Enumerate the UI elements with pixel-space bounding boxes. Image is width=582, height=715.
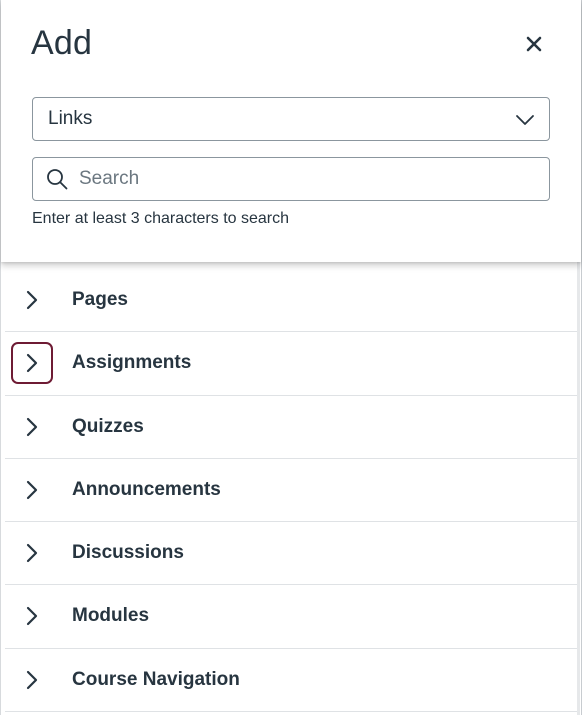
expand-announcements-button[interactable] [11,469,53,511]
close-icon [526,36,542,52]
group-announcements[interactable]: Announcements [5,459,579,523]
expand-quizzes-button[interactable] [11,406,53,448]
link-groups-list: Pages Assignments Quizzes Announcements … [5,269,579,713]
chevron-right-icon [26,544,38,563]
group-label: Pages [72,289,128,310]
chevron-right-icon [26,354,38,373]
chevron-down-icon [516,115,534,125]
close-button[interactable] [519,30,549,58]
chevron-right-icon [26,670,38,689]
chevron-right-icon [26,417,38,436]
search-input[interactable] [79,168,519,190]
expand-discussions-button[interactable] [11,532,53,574]
group-pages[interactable]: Pages [5,269,579,333]
group-modules[interactable]: Modules [5,585,579,649]
expand-pages-button[interactable] [11,279,53,321]
chevron-right-icon [26,290,38,310]
expand-course-navigation-button[interactable] [11,659,53,701]
search-hint: Enter at least 3 characters to search [32,210,290,227]
search-icon [47,169,68,190]
group-quizzes[interactable]: Quizzes [5,396,579,459]
group-label: Discussions [72,542,184,564]
group-label: Quizzes [72,415,144,437]
list-scrollbar[interactable] [577,262,580,715]
chevron-right-icon [26,607,38,626]
tray-header: Add Links Enter at least 3 characters to… [1,0,581,262]
group-course-navigation[interactable]: Course Navigation [5,649,579,713]
search-field[interactable] [32,157,550,201]
add-link-tray: Add Links Enter at least 3 characters to… [0,0,582,715]
group-assignments[interactable]: Assignments [5,332,579,396]
group-discussions[interactable]: Discussions [5,522,579,586]
group-label: Assignments [72,352,192,374]
chevron-right-icon [26,480,38,499]
expand-modules-button[interactable] [11,595,53,637]
content-type-select[interactable]: Links [32,97,550,141]
group-label: Modules [72,605,150,627]
group-label: Announcements [72,478,221,500]
content-type-select-value: Links [48,108,93,129]
group-label: Course Navigation [72,668,240,690]
expand-assignments-button[interactable] [11,342,53,385]
tray-title: Add [31,24,93,62]
